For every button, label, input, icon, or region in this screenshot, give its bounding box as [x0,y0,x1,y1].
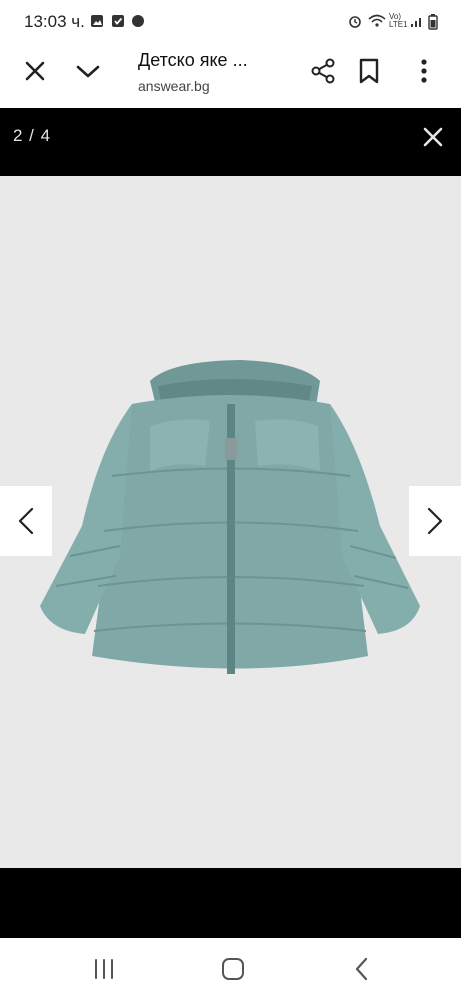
wifi-icon [367,14,387,28]
battery-icon [428,14,438,30]
next-image-button[interactable] [409,486,461,556]
chevron-down-icon[interactable] [74,58,102,84]
home-icon[interactable] [221,957,245,981]
signal-icon [410,14,424,28]
system-navigation-bar [0,938,461,999]
more-vert-icon[interactable] [412,57,436,85]
image-counter: 2 / 4 [13,126,52,145]
previous-image-button[interactable] [0,486,52,556]
app-notification-icon [131,14,145,28]
status-time: 13:03 ч. [24,12,85,31]
page-title: Детско яке ... [138,50,248,70]
alarm-icon [348,14,362,28]
checkbox-notification-icon [111,14,125,28]
chevron-right-icon [423,506,447,536]
back-icon[interactable] [352,957,372,981]
status-bar: 13:03 ч. Vo) LTE1 [0,0,461,44]
share-icon[interactable] [309,57,337,85]
chevron-left-icon [14,506,38,536]
image-viewer[interactable]: 2 / 4 [0,108,461,938]
browser-toolbar: Детско яке ... answear.bg [0,44,461,108]
viewer-top-bar: 2 / 4 [0,108,461,176]
viewer-bottom-bar [0,868,461,938]
bookmark-icon[interactable] [357,57,381,85]
network-label: Vo) LTE1 [389,12,408,29]
gallery-notification-icon [90,14,104,28]
close-icon[interactable] [22,58,48,84]
page-url: answear.bg [138,78,210,94]
recent-apps-icon[interactable] [92,958,116,980]
close-viewer-icon[interactable] [420,124,446,150]
product-image [40,360,420,674]
